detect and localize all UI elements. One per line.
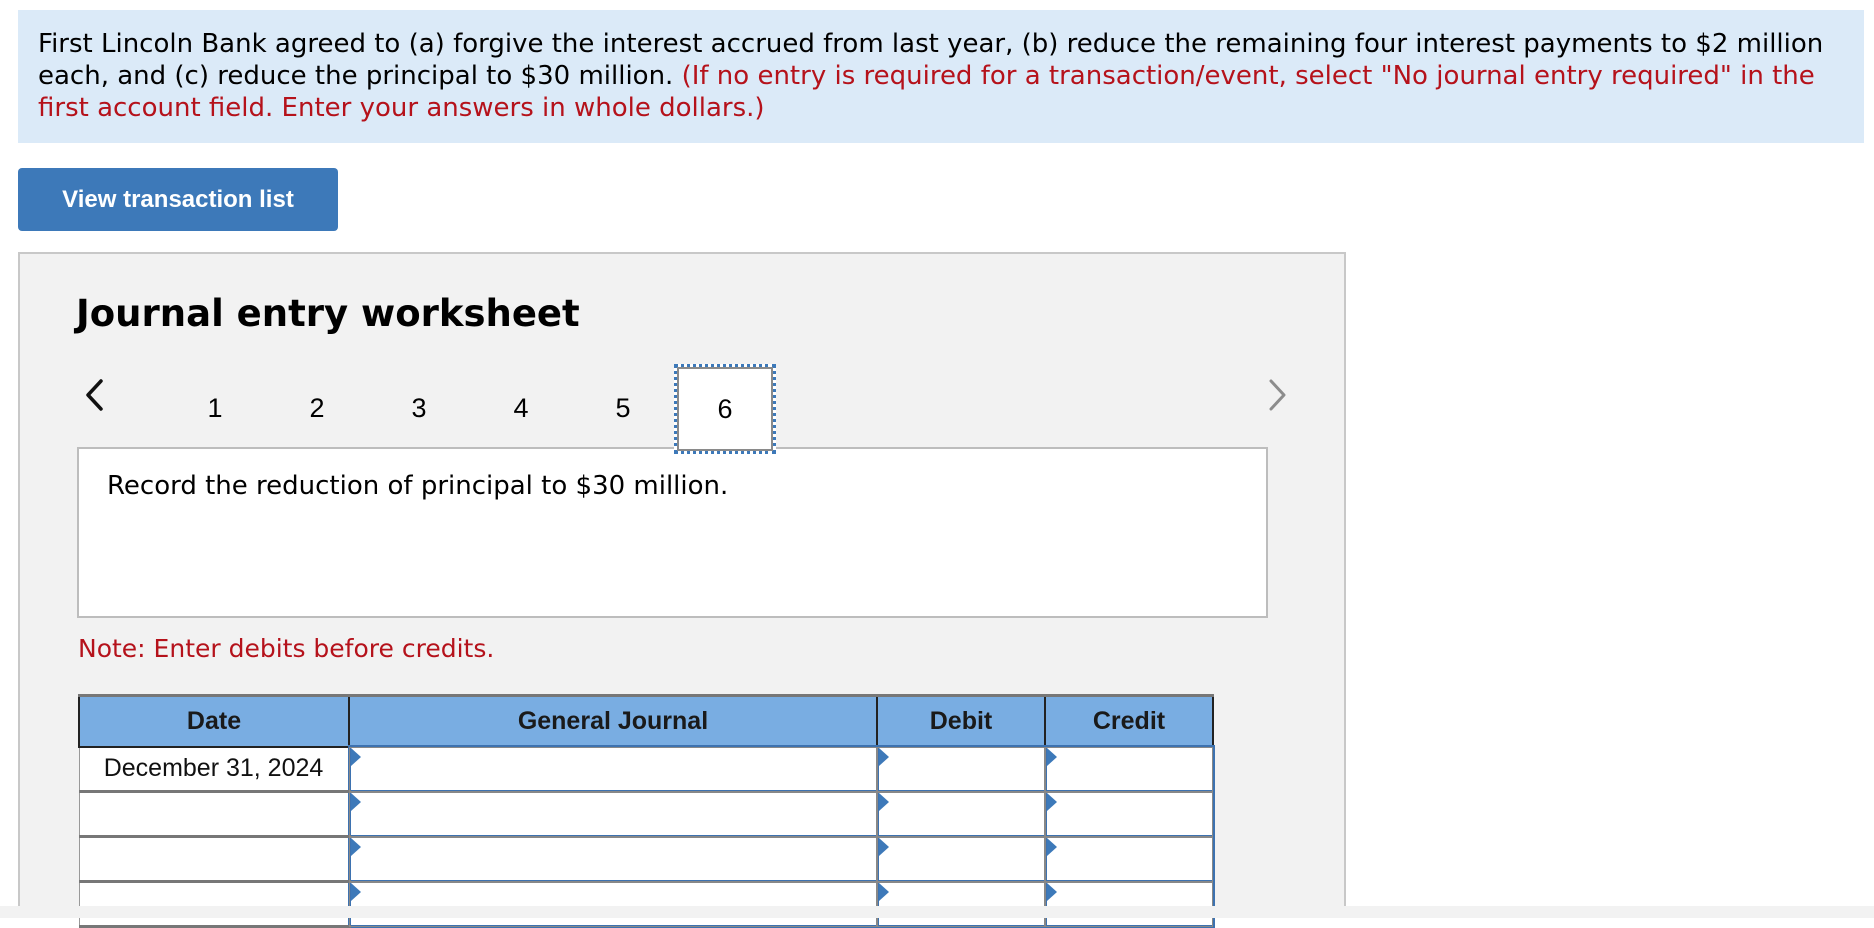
debit-input[interactable] (878, 793, 1044, 835)
entry-tab-2[interactable]: 2 (266, 364, 368, 452)
entry-tab-5[interactable]: 5 (572, 364, 674, 452)
debit-cell (875, 790, 1047, 838)
credit-input[interactable] (1046, 793, 1212, 835)
entry-tab-3[interactable]: 3 (368, 364, 470, 452)
date-cell: December 31, 2024 (78, 746, 349, 793)
date-cell (78, 881, 349, 928)
previous-entry-button[interactable] (74, 372, 114, 422)
credit-input[interactable] (1046, 838, 1212, 880)
date-cell (78, 836, 349, 883)
general-journal-account-cell (347, 745, 879, 793)
credit-cell (1043, 790, 1215, 838)
debit-input[interactable] (878, 748, 1044, 790)
general-journal-account-select[interactable] (350, 793, 876, 835)
header-debit: Debit (876, 694, 1046, 748)
general-journal-account-cell (347, 880, 879, 928)
page-bottom-strip (0, 906, 1874, 918)
credit-cell (1043, 745, 1215, 793)
journal-row: December 31, 2024 (78, 745, 1215, 793)
general-journal-table: Date General Journal Debit Credit Decemb… (78, 694, 1215, 928)
credit-cell (1043, 835, 1215, 883)
journal-entry-worksheet-panel: Journal entry worksheet 123456 Record th… (18, 252, 1346, 928)
next-entry-button[interactable] (1258, 372, 1298, 422)
entry-tab-6[interactable]: 6 (674, 364, 776, 454)
date-cell (78, 791, 349, 838)
chevron-right-icon (1267, 378, 1289, 416)
debit-cell (875, 745, 1047, 793)
chevron-left-icon (83, 378, 105, 416)
view-transaction-list-button[interactable]: View transaction list (18, 168, 338, 231)
credit-cell (1043, 880, 1215, 928)
general-journal-account-select[interactable] (350, 883, 876, 925)
debit-cell (875, 880, 1047, 928)
debit-input[interactable] (878, 838, 1044, 880)
entry-tab-1[interactable]: 1 (164, 364, 266, 452)
entry-tab-4[interactable]: 4 (470, 364, 572, 452)
credit-input[interactable] (1046, 748, 1212, 790)
debit-credit-note: Note: Enter debits before credits. (78, 634, 495, 663)
debit-input[interactable] (878, 883, 1044, 925)
journal-row (78, 835, 1215, 883)
general-journal-account-cell (347, 790, 879, 838)
question-box: First Lincoln Bank agreed to (a) forgive… (18, 10, 1864, 143)
entry-prompt-text: Record the reduction of principal to $30… (107, 471, 729, 501)
journal-row (78, 880, 1215, 928)
general-journal-account-select[interactable] (350, 748, 876, 790)
entry-prompt-box: Record the reduction of principal to $30… (77, 447, 1268, 618)
journal-row (78, 790, 1215, 838)
debit-cell (875, 835, 1047, 883)
header-date: Date (78, 694, 350, 748)
header-general-journal: General Journal (348, 694, 878, 748)
worksheet-title: Journal entry worksheet (76, 292, 580, 335)
credit-input[interactable] (1046, 883, 1212, 925)
header-credit: Credit (1044, 694, 1214, 748)
table-header-row: Date General Journal Debit Credit (78, 694, 1214, 748)
general-journal-account-select[interactable] (350, 838, 876, 880)
general-journal-account-cell (347, 835, 879, 883)
